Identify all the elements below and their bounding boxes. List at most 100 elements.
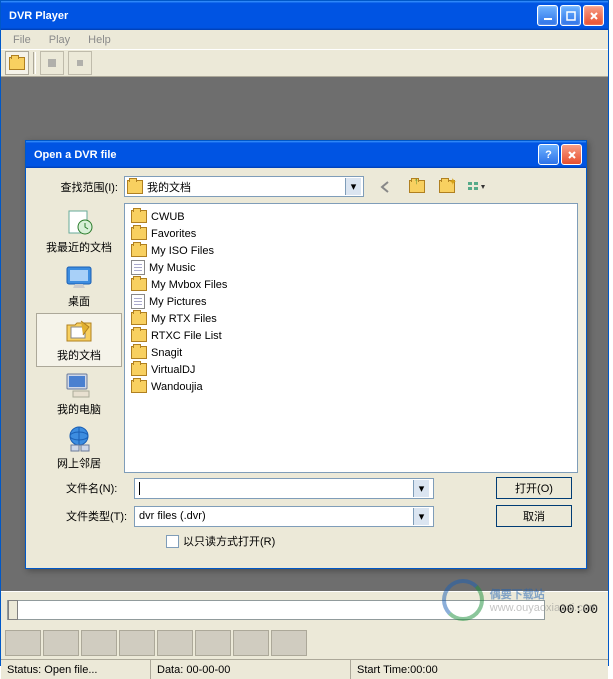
file-item[interactable]: My Music (131, 259, 571, 276)
channel-thumb[interactable] (233, 630, 269, 656)
file-item[interactable]: Snagit (131, 344, 571, 361)
dialog-help-button[interactable]: ? (538, 144, 559, 165)
folder-up-icon: ↑ (409, 180, 425, 193)
dropdown-arrow-icon[interactable]: ▾ (413, 508, 429, 525)
filetype-combo[interactable]: dvr files (.dvr) ▾ (134, 506, 434, 527)
time-display: 00:00 (555, 602, 602, 617)
view-menu-button[interactable] (466, 177, 488, 197)
file-name: My Pictures (149, 296, 206, 308)
folder-icon (131, 380, 147, 393)
readonly-checkbox[interactable] (166, 535, 179, 548)
file-item[interactable]: RTXC File List (131, 327, 571, 344)
tool-icon (45, 56, 59, 70)
statusbar: Status: Open file... Data: 00-00-00 Star… (1, 659, 608, 679)
file-name: RTXC File List (151, 330, 222, 342)
mydocs-icon (63, 317, 95, 345)
channel-thumb[interactable] (5, 630, 41, 656)
lookin-combo[interactable]: 我的文档 ▾ (124, 176, 364, 197)
file-item[interactable]: VirtualDJ (131, 361, 571, 378)
tool-icon (73, 56, 87, 70)
place-desktop[interactable]: 桌面 (36, 259, 122, 313)
place-label: 网上邻居 (57, 455, 101, 471)
window-title: DVR Player (5, 10, 537, 22)
toolbar (1, 49, 608, 77)
computer-icon (63, 371, 95, 399)
readonly-label: 以只读方式打开(R) (183, 533, 275, 549)
document-icon (131, 294, 145, 309)
folder-icon (131, 210, 147, 223)
open-file-button[interactable] (5, 51, 29, 75)
new-folder-button[interactable]: ✦ (436, 177, 458, 197)
file-item[interactable]: My RTX Files (131, 310, 571, 327)
menu-file[interactable]: File (5, 32, 39, 48)
filename-label: 文件名(N): (34, 480, 134, 496)
place-network[interactable]: 网上邻居 (36, 421, 122, 475)
menu-play[interactable]: Play (41, 32, 78, 48)
open-button[interactable]: 打开(O) (496, 477, 572, 499)
place-recent[interactable]: 我最近的文档 (36, 205, 122, 259)
place-mycomputer[interactable]: 我的电脑 (36, 367, 122, 421)
status-message: Status: Open file... (1, 660, 151, 679)
folder-icon (131, 346, 147, 359)
file-list[interactable]: CWUB Favorites My ISO Files My Music My Mvbo… (124, 203, 578, 473)
place-label: 我的文档 (57, 347, 101, 363)
status-start: Start Time:00:00 (351, 660, 608, 679)
timeline-slider[interactable] (7, 600, 545, 620)
close-button[interactable] (583, 5, 604, 26)
file-name: CWUB (151, 211, 185, 223)
file-item[interactable]: Favorites (131, 225, 571, 242)
menu-help[interactable]: Help (80, 32, 119, 48)
document-icon (131, 260, 145, 275)
view-icon (467, 180, 487, 194)
open-file-dialog: Open a DVR file ? 查找范围(I): 我的文档 ▾ (25, 140, 587, 569)
up-folder-button[interactable]: ↑ (406, 177, 428, 197)
folder-new-icon: ✦ (439, 180, 455, 193)
thumbnail-row (1, 627, 608, 659)
place-label: 我最近的文档 (46, 239, 112, 255)
folder-icon (131, 312, 147, 325)
folder-icon (131, 329, 147, 342)
place-label: 我的电脑 (57, 401, 101, 417)
dialog-titlebar[interactable]: Open a DVR file ? (26, 141, 586, 168)
filename-input[interactable]: ▾ (134, 478, 434, 499)
channel-thumb[interactable] (81, 630, 117, 656)
file-item[interactable]: CWUB (131, 208, 571, 225)
place-label: 桌面 (68, 293, 90, 309)
folder-icon (131, 278, 147, 291)
dialog-close-button[interactable] (561, 144, 582, 165)
dropdown-arrow-icon[interactable]: ▾ (413, 480, 429, 497)
folder-icon (131, 363, 147, 376)
file-item[interactable]: My ISO Files (131, 242, 571, 259)
network-icon (63, 425, 95, 453)
places-bar: 我最近的文档 桌面 我的文档 我的电脑 (34, 203, 124, 473)
maximize-button[interactable] (560, 5, 581, 26)
file-name: My Music (149, 262, 195, 274)
channel-thumb[interactable] (157, 630, 193, 656)
status-data: Data: 00-00-00 (151, 660, 351, 679)
channel-thumb[interactable] (271, 630, 307, 656)
toolbar-button-3[interactable] (68, 51, 92, 75)
place-mydocs[interactable]: 我的文档 (36, 313, 122, 367)
folder-icon (131, 227, 147, 240)
channel-thumb[interactable] (119, 630, 155, 656)
folder-icon (127, 180, 143, 194)
cancel-button[interactable]: 取消 (496, 505, 572, 527)
toolbar-button-2[interactable] (40, 51, 64, 75)
file-item[interactable]: My Pictures (131, 293, 571, 310)
file-item[interactable]: Wandoujia (131, 378, 571, 395)
timeline-area: 00:00 (1, 591, 608, 627)
filetype-value: dvr files (.dvr) (139, 510, 206, 522)
desktop-icon (63, 263, 95, 291)
file-name: My ISO Files (151, 245, 214, 257)
dropdown-arrow-icon[interactable]: ▾ (345, 178, 361, 195)
slider-thumb[interactable] (8, 600, 18, 620)
file-item[interactable]: My Mvbox Files (131, 276, 571, 293)
channel-thumb[interactable] (43, 630, 79, 656)
back-button[interactable] (376, 177, 398, 197)
file-name: VirtualDJ (151, 364, 195, 376)
main-titlebar[interactable]: DVR Player (1, 1, 608, 30)
channel-thumb[interactable] (195, 630, 231, 656)
minimize-button[interactable] (537, 5, 558, 26)
file-name: Wandoujia (151, 381, 203, 393)
filename-value (139, 482, 140, 495)
